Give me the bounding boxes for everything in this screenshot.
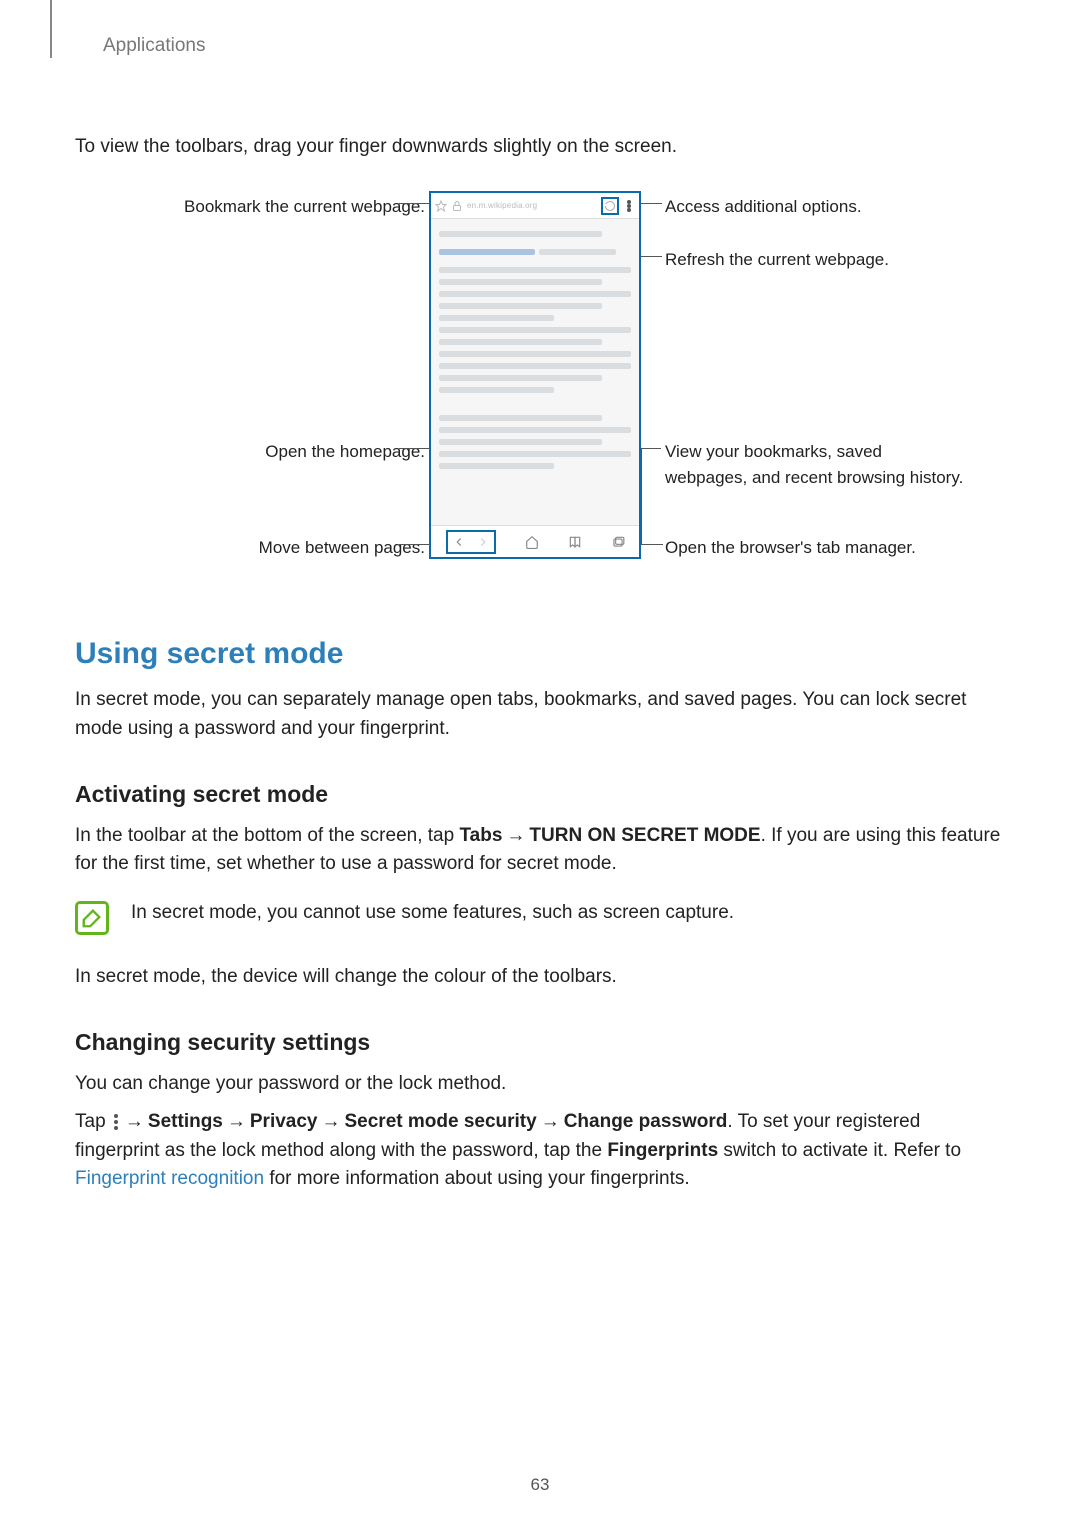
callout-move-pages: Move between pages. bbox=[165, 535, 425, 561]
arrow-icon: → bbox=[121, 1111, 148, 1132]
text: for more information about using your fi… bbox=[264, 1168, 690, 1189]
leader-line bbox=[638, 203, 662, 204]
leader-line bbox=[399, 203, 433, 204]
home-icon bbox=[525, 535, 539, 549]
arrow-icon: → bbox=[318, 1111, 345, 1132]
more-icon bbox=[623, 200, 635, 212]
callout-homepage: Open the homepage. bbox=[165, 439, 425, 465]
browser-bottom-toolbar bbox=[431, 525, 639, 557]
menu-settings: Settings bbox=[148, 1111, 223, 1132]
callout-refresh: Refresh the current webpage. bbox=[665, 247, 965, 273]
callout-tabs: Open the browser's tab manager. bbox=[665, 535, 965, 561]
note-icon bbox=[75, 901, 109, 935]
leader-line bbox=[641, 448, 642, 544]
callout-more-options: Access additional options. bbox=[665, 194, 965, 220]
manual-page: Applications To view the toolbars, drag … bbox=[0, 0, 1080, 1527]
more-icon bbox=[111, 1113, 121, 1131]
menu-change-password: Change password bbox=[564, 1111, 728, 1132]
text: Tap bbox=[75, 1111, 111, 1132]
bookmarks-icon bbox=[568, 535, 582, 549]
link-fingerprint-recognition[interactable]: Fingerprint recognition bbox=[75, 1168, 264, 1189]
nav-back-forward-group bbox=[446, 530, 496, 554]
phone-content-blur bbox=[431, 219, 639, 529]
refresh-icon bbox=[601, 197, 619, 215]
note-callout: In secret mode, you cannot use some feat… bbox=[75, 899, 1005, 935]
arrow-icon: → bbox=[223, 1111, 250, 1132]
back-icon bbox=[452, 535, 466, 549]
security-p2: Tap →Settings→Privacy→Secret mode securi… bbox=[75, 1108, 1005, 1194]
label-fingerprints: Fingerprints bbox=[607, 1140, 718, 1161]
section-header: Applications bbox=[75, 0, 1005, 61]
callout-bookmark: Bookmark the current webpage. bbox=[165, 194, 425, 220]
callout-bookmarks-list: View your bookmarks, saved webpages, and… bbox=[665, 439, 965, 490]
text: In the toolbar at the bottom of the scre… bbox=[75, 825, 459, 846]
label-turn-on-secret: TURN ON SECRET MODE bbox=[529, 825, 760, 846]
browser-diagram: Bookmark the current webpage. Open the h… bbox=[75, 191, 1005, 601]
leader-line bbox=[399, 448, 429, 449]
text: switch to activate it. Refer to bbox=[718, 1140, 961, 1161]
star-icon bbox=[435, 200, 447, 212]
url-text: en.m.wikipedia.org bbox=[467, 200, 597, 212]
after-note-text: In secret mode, the device will change t… bbox=[75, 963, 1005, 992]
phone-screenshot: en.m.wikipedia.org bbox=[429, 191, 641, 559]
menu-secret-mode-security: Secret mode security bbox=[345, 1111, 537, 1132]
forward-icon bbox=[476, 535, 490, 549]
label-tabs: Tabs bbox=[459, 825, 502, 846]
browser-url-bar: en.m.wikipedia.org bbox=[431, 193, 639, 219]
arrow-icon: → bbox=[502, 825, 529, 846]
header-side-rule bbox=[50, 0, 52, 58]
page-number: 63 bbox=[0, 1472, 1080, 1498]
lock-icon bbox=[451, 200, 463, 212]
activating-paragraph: In the toolbar at the bottom of the scre… bbox=[75, 822, 1005, 879]
tabs-icon bbox=[611, 535, 625, 549]
menu-privacy: Privacy bbox=[250, 1111, 318, 1132]
note-text: In secret mode, you cannot use some feat… bbox=[131, 899, 734, 928]
heading-secret-mode: Using secret mode bbox=[75, 631, 1005, 676]
heading-activating: Activating secret mode bbox=[75, 777, 1005, 812]
arrow-icon: → bbox=[537, 1111, 564, 1132]
leader-line bbox=[641, 448, 661, 449]
heading-security-settings: Changing security settings bbox=[75, 1025, 1005, 1060]
security-p1: You can change your password or the lock… bbox=[75, 1070, 1005, 1099]
intro-paragraph: To view the toolbars, drag your finger d… bbox=[75, 133, 1005, 162]
secret-mode-intro: In secret mode, you can separately manag… bbox=[75, 686, 1005, 743]
